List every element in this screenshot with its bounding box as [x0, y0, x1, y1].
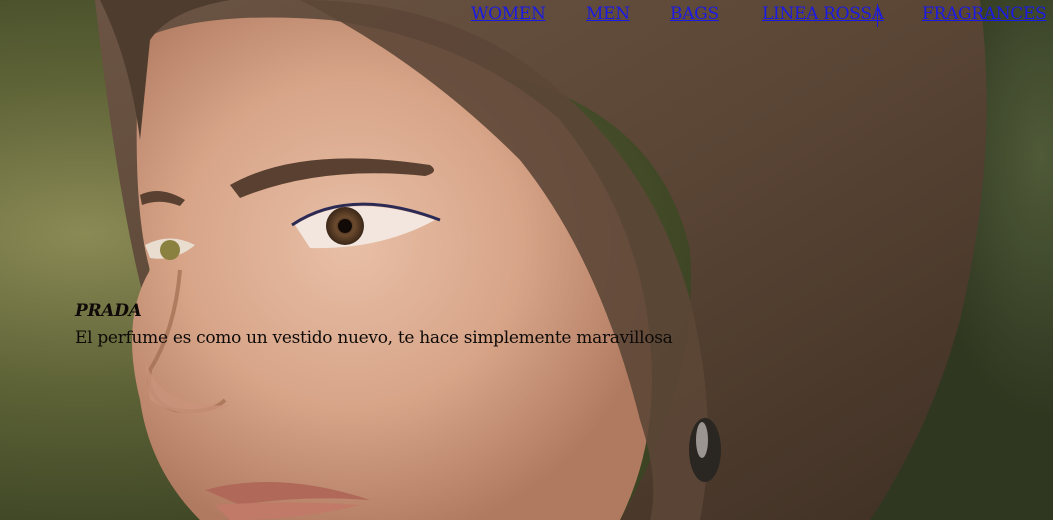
- nav-link-bags[interactable]: BAGS: [670, 4, 719, 24]
- nav-link-men[interactable]: MEN: [586, 4, 630, 24]
- text-cursor: [877, 4, 878, 27]
- nav-link-fragrances[interactable]: FRAGRANCES: [922, 4, 1047, 24]
- hero-quote: El perfume es como un vestido nuevo, te …: [75, 328, 673, 348]
- nav-link-women[interactable]: WOMEN: [471, 4, 546, 24]
- hero-banner: WOMEN MEN BAGS LINEA ROSSA FRAGRANCES PR…: [0, 0, 1053, 520]
- hero-image: [0, 0, 1053, 520]
- nav-link-linea-rossa[interactable]: LINEA ROSSA: [762, 4, 884, 24]
- hero-caption: PRADA El perfume es como un vestido nuev…: [75, 299, 673, 353]
- main-nav: WOMEN MEN BAGS LINEA ROSSA FRAGRANCES: [0, 0, 1053, 30]
- brand-name: PRADA: [75, 301, 142, 321]
